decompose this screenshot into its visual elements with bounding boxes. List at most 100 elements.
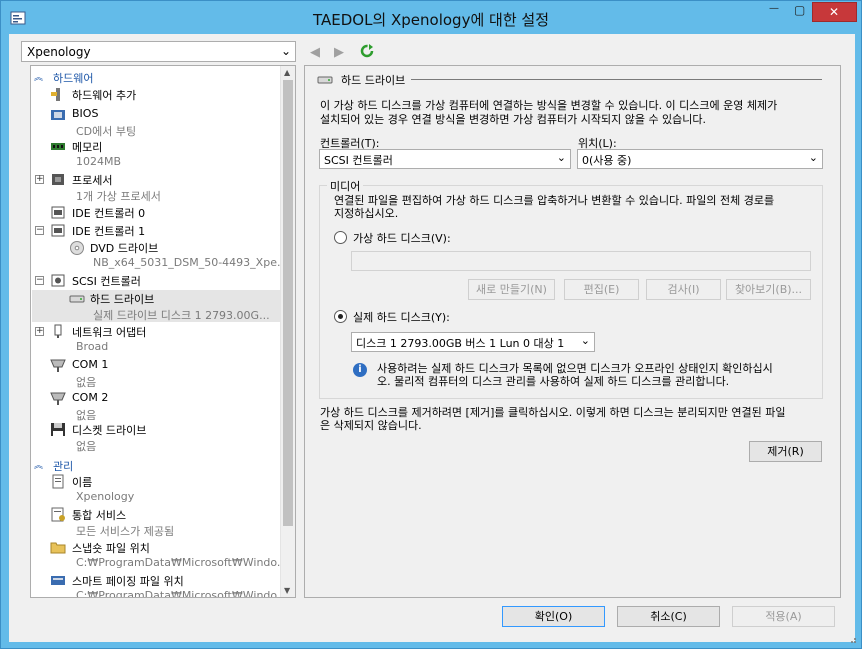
chevron-down-icon: ⌄ — [280, 44, 291, 58]
media-text-line-1: 연결된 파일을 편집하여 가상 하드 디스크를 압축하거나 변환할 수 있습니다… — [334, 194, 775, 207]
tree-item-label: IDE 컨트롤러 0 — [72, 207, 146, 220]
info-text-line-1: 사용하려는 실제 하드 디스크가 목록에 없으면 디스크가 오프라인 상태인지 … — [377, 362, 773, 375]
intro-text-line-2: 설치되어 있는 경우 연결 방식을 변경하면 가상 컴퓨터가 시작되지 않을 수… — [320, 113, 707, 126]
chevron-down-icon: ⌄ — [556, 151, 566, 164]
network-adapter-icon — [50, 324, 66, 339]
intro-text-line-1: 이 가상 하드 디스크를 가상 컴퓨터에 연결하는 방식을 변경할 수 있습니다… — [320, 99, 778, 112]
info-text-line-2: 오. 물리적 컴퓨터의 디스크 관리를 사용하여 실제 하드 디스크를 관리합니… — [377, 375, 730, 388]
tree-item-detail: CD에서 부팅 — [76, 125, 137, 138]
remove-button[interactable]: 제거(R) — [749, 441, 822, 462]
minimize-icon: — — [769, 3, 779, 14]
scsi-controller-icon — [50, 273, 66, 288]
tree-item-detail: 1024MB — [76, 155, 122, 168]
tree-item-detail: Xpenology — [76, 490, 135, 503]
title-bar[interactable]: TAEDOL의 Xpenology에 대한 설정 — ▢ ✕ — [1, 1, 861, 34]
tree-item-label: BIOS — [72, 107, 99, 120]
forward-arrow-icon[interactable]: ▶ — [334, 45, 344, 60]
smart-paging-icon — [50, 573, 66, 588]
tree-item-label: 디스켓 드라이브 — [72, 424, 147, 437]
media-text-line-2: 지정하십시오. — [334, 207, 399, 220]
collapse-minus-icon[interactable]: − — [35, 276, 44, 285]
expand-plus-icon[interactable]: + — [35, 327, 44, 336]
vm-selector-value: Xpenology — [27, 45, 91, 59]
tree-section-management[interactable]: ︽ 관리 — [31, 457, 281, 473]
ok-button[interactable]: 확인(O) — [502, 606, 605, 627]
back-arrow-icon[interactable]: ◀ — [310, 45, 320, 60]
collapse-minus-icon[interactable]: − — [35, 226, 44, 235]
floppy-disk-icon — [50, 422, 66, 437]
tree-item-label: 하드웨어 추가 — [72, 89, 137, 102]
processor-icon — [50, 172, 66, 187]
header-divider — [411, 79, 822, 80]
controller-select-value: SCSI 컨트롤러 — [324, 154, 393, 167]
chevron-down-icon: ⌄ — [808, 151, 818, 164]
location-select[interactable]: 0(사용 중) ⌄ — [577, 149, 823, 169]
name-document-icon — [50, 474, 66, 489]
ide-controller-icon — [50, 205, 66, 220]
new-button[interactable]: 새로 만들기(N) — [468, 279, 555, 300]
tree-section-hardware[interactable]: ︽ 하드웨어 — [31, 69, 281, 85]
tree-item-label: 프로세서 — [72, 174, 113, 187]
settings-tree: ︽ 하드웨어 하드웨어 추가 BIOS CD에서 부팅 메모리 1024MB +… — [30, 65, 296, 598]
tree-item-label: COM 1 — [72, 358, 109, 371]
radio-selected-dot — [338, 314, 343, 319]
physical-disk-radio[interactable] — [334, 310, 347, 323]
tree-item-detail: 없음 — [76, 440, 97, 453]
scrollbar-thumb[interactable] — [283, 80, 293, 526]
tree-item-detail: 모든 서비스가 제공됨 — [76, 525, 175, 538]
physical-disk-label: 실제 하드 디스크(Y): — [353, 311, 450, 324]
virtual-disk-path-input[interactable] — [351, 251, 811, 271]
tree-item-detail: Broad — [76, 340, 109, 353]
section-label: 하드웨어 — [53, 72, 94, 85]
remove-text-line-1: 가상 하드 디스크를 제거하려면 [제거]를 클릭하십시오. 이렇게 하면 디스… — [320, 406, 786, 419]
tree-item-detail: NB_x64_5031_DSM_50-4493_Xpe... — [93, 256, 288, 269]
collapse-chevrons-icon: ︽ — [34, 461, 44, 471]
tree-scrollbar[interactable]: ▲ ▼ — [280, 66, 295, 597]
cancel-button[interactable]: 취소(C) — [617, 606, 720, 627]
integration-services-icon — [50, 507, 66, 522]
info-icon: i — [353, 363, 367, 377]
tree-item-label: 스마트 페이징 파일 위치 — [72, 575, 184, 588]
tree-item-label: IDE 컨트롤러 1 — [72, 225, 146, 238]
folder-icon — [50, 540, 66, 555]
hard-drive-icon — [69, 291, 85, 306]
chevron-down-icon: ⌄ — [580, 334, 590, 347]
hard-drive-icon — [317, 72, 333, 87]
collapse-chevrons-icon: ︽ — [34, 73, 44, 83]
tree-item-label: COM 2 — [72, 391, 109, 404]
tree-item-label: 통합 서비스 — [72, 509, 127, 522]
scroll-up-icon[interactable]: ▲ — [284, 68, 290, 77]
virtual-disk-label: 가상 하드 디스크(V): — [353, 232, 451, 245]
virtual-disk-radio[interactable] — [334, 231, 347, 244]
tree-item-detail: C:₩ProgramData₩Microsoft₩Windo... — [76, 556, 288, 569]
physical-disk-select-value: 디스크 1 2793.00GB 버스 1 Lun 0 대상 1 — [356, 337, 565, 350]
tree-item-label: 하드 드라이브 — [90, 293, 155, 306]
physical-disk-select[interactable]: 디스크 1 2793.00GB 버스 1 Lun 0 대상 1 ⌄ — [351, 332, 595, 352]
tree-item-detail: 실제 드라이브 디스크 1 2793.00G... — [93, 309, 270, 322]
tree-item-label: DVD 드라이브 — [90, 242, 159, 255]
remove-text-line-2: 은 삭제되지 않습니다. — [320, 419, 422, 432]
location-select-value: 0(사용 중) — [582, 154, 632, 167]
vm-selector[interactable]: Xpenology ⌄ — [21, 41, 296, 62]
controller-select[interactable]: SCSI 컨트롤러 ⌄ — [319, 149, 571, 169]
maximize-icon: ▢ — [794, 3, 806, 17]
media-group-legend: 미디어 — [327, 178, 364, 194]
ide-controller-icon — [50, 223, 66, 238]
browse-button[interactable]: 찾아보기(B)... — [726, 279, 811, 300]
close-button[interactable]: ✕ — [812, 2, 857, 22]
dvd-disc-icon — [69, 240, 85, 255]
minimize-button[interactable]: — — [761, 2, 787, 22]
tree-item-label: SCSI 컨트롤러 — [72, 275, 141, 288]
inspect-button[interactable]: 검사(I) — [646, 279, 721, 300]
serial-port-icon — [50, 391, 66, 406]
scroll-down-icon[interactable]: ▼ — [284, 586, 290, 595]
resize-grip-icon[interactable] — [847, 634, 857, 644]
maximize-button[interactable]: ▢ — [787, 2, 812, 22]
settings-window: TAEDOL의 Xpenology에 대한 설정 — ▢ ✕ Xpenology… — [0, 0, 862, 649]
apply-button[interactable]: 적용(A) — [732, 606, 835, 627]
refresh-icon[interactable] — [360, 44, 374, 58]
tree-item-detail: C:₩ProgramData₩Microsoft₩Windo... — [76, 589, 288, 598]
edit-button[interactable]: 편집(E) — [564, 279, 639, 300]
expand-plus-icon[interactable]: + — [35, 175, 44, 184]
tree-item-detail: 없음 — [76, 409, 97, 422]
